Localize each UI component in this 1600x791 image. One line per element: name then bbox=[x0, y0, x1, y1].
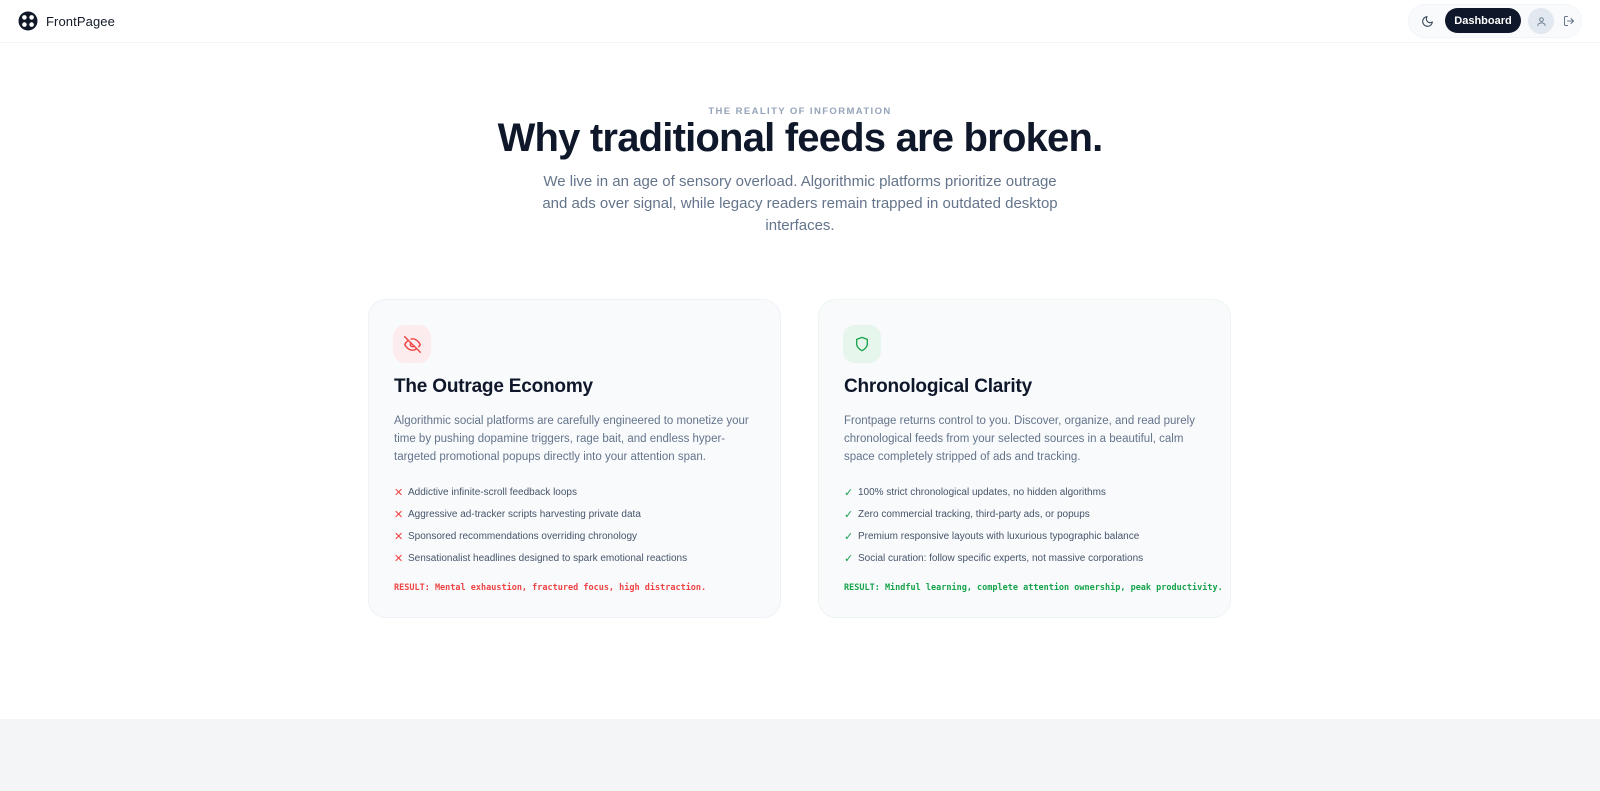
list-item-text: Social curation: follow specific experts… bbox=[858, 552, 1144, 564]
card-title: Chronological Clarity bbox=[844, 376, 1032, 397]
card-icon-badge bbox=[393, 325, 431, 363]
card-description: Algorithmic social platforms are careful… bbox=[394, 415, 749, 463]
x-mark-icon: ✕ bbox=[394, 508, 404, 521]
list-item: ✕ Addictive infinite-scroll feedback loop… bbox=[394, 481, 764, 503]
x-mark-icon: ✕ bbox=[394, 530, 404, 543]
list-item-text: Sponsored recommendations overriding chr… bbox=[408, 530, 638, 542]
list-item-text: Zero commercial tracking, third-party ad… bbox=[858, 508, 1090, 520]
check-icon: ✓ bbox=[844, 508, 854, 521]
list-item-text: Addictive infinite-scroll feedback loops bbox=[408, 486, 577, 498]
eye-off-icon bbox=[403, 335, 421, 353]
brand[interactable]: FrontPagee bbox=[18, 11, 115, 31]
chronological-clarity-card: Chronological Clarity Frontpage returns … bbox=[818, 299, 1231, 618]
card-icon-badge bbox=[843, 325, 881, 363]
user-avatar-button[interactable] bbox=[1528, 8, 1554, 34]
list-item-text: Sensationalist headlines designed to spa… bbox=[408, 552, 688, 564]
brand-name: FrontPagee bbox=[46, 13, 115, 29]
brand-logo-icon bbox=[18, 11, 38, 31]
list-item-text: Premium responsive layouts with luxuriou… bbox=[858, 530, 1140, 542]
logout-icon bbox=[1564, 16, 1574, 26]
moon-icon bbox=[1421, 15, 1433, 27]
list-item: ✕ Aggressive ad-tracker scripts harvestin… bbox=[394, 503, 764, 525]
theme-toggle-button[interactable] bbox=[1416, 10, 1438, 32]
list-item: ✕ Sensationalist headlines designed to sp… bbox=[394, 547, 764, 569]
logout-button[interactable] bbox=[1558, 10, 1580, 32]
list-item: ✓ Premium responsive layouts with luxurio… bbox=[844, 525, 1214, 547]
hero-subtitle: We live in an age of sensory overload. A… bbox=[542, 173, 1058, 234]
x-mark-icon: ✕ bbox=[394, 486, 404, 499]
result-summary: RESULT: Mindful learning, complete atten… bbox=[844, 583, 1223, 593]
dashboard-button[interactable]: Dashboard bbox=[1445, 8, 1521, 33]
benefit-list: ✓ 100% strict chronological updates, no h… bbox=[844, 481, 1214, 569]
card-title: The Outrage Economy bbox=[394, 376, 593, 397]
shield-icon bbox=[856, 336, 868, 352]
list-item: ✓ Social curation: follow specific expert… bbox=[844, 547, 1214, 569]
list-item: ✕ Sponsored recommendations overriding ch… bbox=[394, 525, 764, 547]
list-item: ✓ Zero commercial tracking, third-party a… bbox=[844, 503, 1214, 525]
next-section-band bbox=[0, 719, 1600, 791]
x-mark-icon: ✕ bbox=[394, 552, 404, 565]
check-icon: ✓ bbox=[844, 552, 854, 565]
list-item-text: 100% strict chronological updates, no hi… bbox=[858, 486, 1106, 498]
top-nav-bar: FrontPagee Dashboard bbox=[0, 0, 1600, 43]
problem-list: ✕ Addictive infinite-scroll feedback loop… bbox=[394, 481, 764, 569]
list-item: ✓ 100% strict chronological updates, no h… bbox=[844, 481, 1214, 503]
result-summary: RESULT: Mental exhaustion, fractured foc… bbox=[394, 583, 707, 593]
card-description: Frontpage returns control to you. Discov… bbox=[844, 415, 1195, 463]
outrage-economy-card: The Outrage Economy Algorithmic social p… bbox=[368, 299, 781, 618]
check-icon: ✓ bbox=[844, 486, 854, 499]
check-icon: ✓ bbox=[844, 530, 854, 543]
page-title: Why traditional feeds are broken. bbox=[497, 116, 1104, 160]
user-icon bbox=[1536, 16, 1546, 26]
list-item-text: Aggressive ad-tracker scripts harvesting… bbox=[408, 508, 641, 520]
